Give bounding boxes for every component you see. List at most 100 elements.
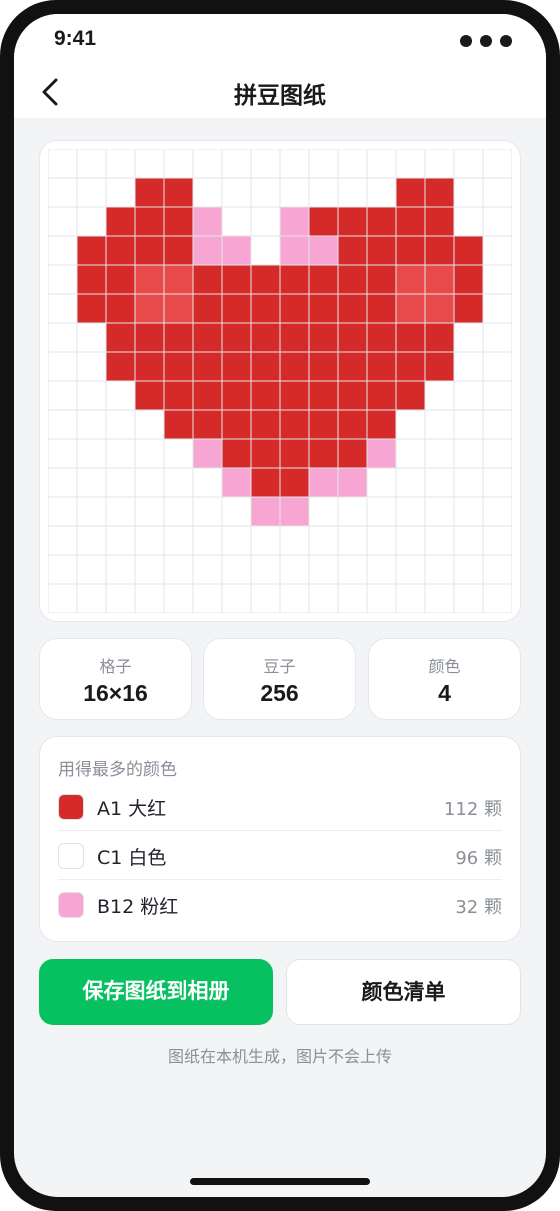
bead-cell	[77, 178, 106, 207]
bead-cell	[309, 207, 338, 236]
bead-cell	[454, 381, 483, 410]
bead-cell	[309, 149, 338, 178]
bead-cell	[135, 294, 164, 323]
bead-cell	[425, 381, 454, 410]
bead-cell	[483, 294, 512, 323]
bead-cell	[164, 555, 193, 584]
bead-cell	[338, 207, 367, 236]
bead-cell	[309, 323, 338, 352]
bead-cell	[338, 352, 367, 381]
bead-cell	[222, 497, 251, 526]
bead-cell	[251, 294, 280, 323]
bead-cell	[77, 410, 106, 439]
bead-cell	[48, 149, 77, 178]
bead-cell	[309, 555, 338, 584]
bead-cell	[48, 294, 77, 323]
bead-cell	[280, 468, 309, 497]
bead-cell	[164, 265, 193, 294]
bead-cell	[280, 178, 309, 207]
color-row: B12 粉红 32 颗	[58, 880, 502, 929]
bead-cell	[280, 584, 309, 613]
bead-cell	[338, 294, 367, 323]
bead-cell	[483, 497, 512, 526]
home-indicator[interactable]	[190, 1178, 370, 1185]
bead-cell	[367, 584, 396, 613]
bead-cell	[367, 526, 396, 555]
bead-cell	[396, 526, 425, 555]
bead-cell	[338, 555, 367, 584]
save-to-album-button[interactable]: 保存图纸到相册	[39, 959, 273, 1025]
bead-cell	[396, 381, 425, 410]
bead-cell	[106, 294, 135, 323]
bead-cell	[309, 410, 338, 439]
bead-cell	[396, 149, 425, 178]
bead-cell	[48, 439, 77, 468]
bead-cell	[396, 178, 425, 207]
bead-cell	[193, 207, 222, 236]
bead-cell	[48, 468, 77, 497]
bead-cell	[367, 236, 396, 265]
bead-cell	[396, 265, 425, 294]
bead-cell	[222, 149, 251, 178]
bead-cell	[193, 323, 222, 352]
bead-cell	[454, 526, 483, 555]
color-count: 112 颗	[443, 799, 502, 820]
bead-cell	[77, 323, 106, 352]
bead-cell	[280, 439, 309, 468]
bead-cell	[367, 352, 396, 381]
bead-cell	[164, 439, 193, 468]
bead-cell	[338, 584, 367, 613]
bead-cell	[135, 265, 164, 294]
bead-cell	[425, 555, 454, 584]
bead-cell	[454, 323, 483, 352]
bead-cell	[251, 236, 280, 265]
bead-cell	[396, 352, 425, 381]
bead-cell	[77, 236, 106, 265]
bead-cell	[193, 439, 222, 468]
bead-cell	[193, 497, 222, 526]
bead-cell	[135, 323, 164, 352]
stat-value: 4	[438, 680, 451, 706]
color-row: C1 白色 96 颗	[58, 831, 502, 880]
bead-cell	[309, 497, 338, 526]
pattern-grid[interactable]	[48, 149, 512, 613]
bead-cell	[338, 410, 367, 439]
bead-cell	[106, 410, 135, 439]
color-list-button[interactable]: 颜色清单	[286, 959, 521, 1025]
bead-cell	[280, 352, 309, 381]
bead-cell	[425, 584, 454, 613]
bead-cell	[77, 439, 106, 468]
bead-cell	[396, 294, 425, 323]
bead-cell	[48, 584, 77, 613]
bead-cell	[135, 149, 164, 178]
status-dot-icon	[480, 35, 492, 47]
bead-cell	[77, 555, 106, 584]
bead-cell	[77, 294, 106, 323]
bead-cell	[48, 410, 77, 439]
bead-cell	[454, 294, 483, 323]
bead-cell	[222, 294, 251, 323]
bead-cell	[367, 410, 396, 439]
bead-cell	[222, 381, 251, 410]
bead-cell	[193, 468, 222, 497]
bead-cell	[280, 265, 309, 294]
bead-cell	[193, 265, 222, 294]
stat-color-count: 颜色 4	[368, 638, 521, 720]
bead-cell	[164, 207, 193, 236]
status-dot-icon	[460, 35, 472, 47]
bead-cell	[280, 294, 309, 323]
bead-cell	[48, 352, 77, 381]
bead-cell	[483, 236, 512, 265]
bead-cell	[251, 497, 280, 526]
bead-cell	[135, 497, 164, 526]
bead-cell	[280, 149, 309, 178]
bead-cell	[309, 294, 338, 323]
bead-cell	[135, 236, 164, 265]
bead-cell	[454, 207, 483, 236]
bead-cell	[396, 497, 425, 526]
bead-cell	[425, 149, 454, 178]
bead-cell	[193, 294, 222, 323]
bead-cell	[77, 149, 106, 178]
bead-cell	[106, 352, 135, 381]
bead-cell	[193, 352, 222, 381]
